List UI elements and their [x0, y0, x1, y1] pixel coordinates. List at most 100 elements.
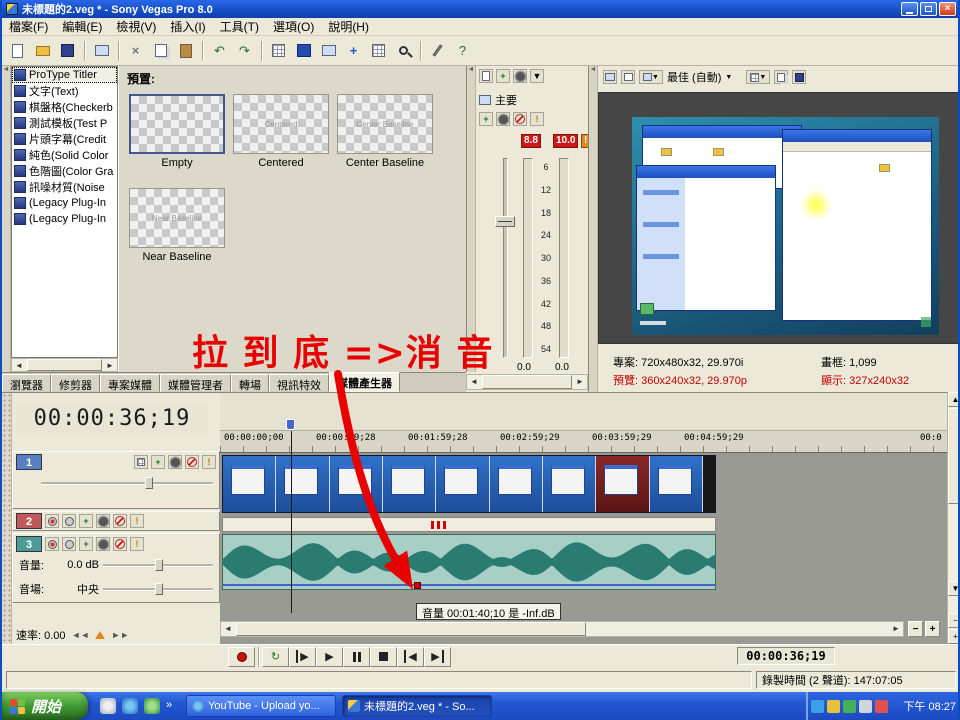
track-header-audio[interactable]: 3 + ! 音量: 0.0 dB 音場: 中央 [12, 533, 220, 603]
track-automation-button[interactable] [96, 537, 110, 551]
play-from-start-button[interactable]: ▶ [289, 647, 316, 667]
loop-playback-button[interactable]: ↻ [262, 647, 289, 667]
overlay-event-clip[interactable] [222, 517, 716, 532]
transport-time-display[interactable]: 00:00:36;19 [737, 647, 835, 665]
insert-fx-button[interactable]: + [496, 69, 510, 83]
tab-video-fx[interactable]: 視訊特效 [269, 374, 329, 392]
scrollbar-thumb[interactable] [482, 375, 572, 389]
preview-quality-label[interactable]: 最佳 (自動) [667, 69, 721, 85]
list-item[interactable]: 純色(Solid Color [12, 147, 117, 163]
list-item[interactable]: 訊噪材質(Noise [12, 179, 117, 195]
master-fader-handle[interactable] [495, 216, 515, 227]
scroll-left-icon[interactable]: ◄ [12, 359, 26, 371]
track-fx-button[interactable]: + [151, 455, 165, 469]
menu-file[interactable]: 檔案(F) [2, 16, 55, 37]
generator-list-hscrollbar[interactable]: ◄ ► [11, 358, 118, 372]
autocrossfade-button[interactable] [317, 39, 340, 62]
bus-mute-button[interactable] [513, 112, 527, 126]
preset-near-baseline[interactable]: Near Baseline Near Baseline [127, 188, 227, 263]
quick-launch-chevron-icon[interactable]: » [166, 699, 172, 711]
timeline-marker[interactable] [286, 419, 295, 430]
list-item[interactable]: (Legacy Plug-In [12, 211, 117, 227]
list-item[interactable]: 色階圖(Color Gra [12, 163, 117, 179]
list-item[interactable]: ProType Titler [12, 67, 117, 83]
pen-tool-button[interactable] [426, 39, 449, 62]
preset-centered[interactable]: Centered Centered [231, 94, 331, 169]
scrollbar-thumb[interactable] [27, 359, 102, 371]
copy-button[interactable] [149, 39, 172, 62]
pan-value[interactable]: 中央 [55, 581, 99, 597]
timeline-vscrollbar[interactable]: ▲ ▼ − + [947, 392, 960, 644]
normal-edit-tool-button[interactable]: + [342, 39, 365, 62]
menu-tools[interactable]: 工具(T) [213, 16, 266, 37]
zoom-in-track-button[interactable]: + [948, 629, 960, 644]
taskbar-task-youtube[interactable]: YouTube - Upload yo... [186, 695, 336, 717]
track-automation-button[interactable] [168, 455, 182, 469]
tab-media-manager[interactable]: 媒體管理者 [160, 374, 231, 392]
track-header-video[interactable]: 1 + ! [12, 451, 220, 509]
tray-shield-icon[interactable] [843, 700, 856, 713]
pause-button[interactable] [343, 647, 370, 667]
scroll-up-icon[interactable]: ▲ [948, 392, 960, 407]
preset-thumbnail[interactable]: Near Baseline [129, 188, 225, 248]
list-item[interactable]: 文字(Text) [12, 83, 117, 99]
scroll-left-icon[interactable]: ◄ [221, 622, 235, 634]
volume-value[interactable]: 0.0 dB [55, 559, 99, 571]
track-fx-button[interactable]: + [79, 537, 93, 551]
restore-button[interactable] [920, 2, 937, 16]
menu-options[interactable]: 選項(O) [266, 16, 321, 37]
zoom-out-track-button[interactable]: − [948, 613, 960, 628]
scrollbar-thumb[interactable] [948, 408, 960, 504]
preset-thumbnail[interactable]: Centered [233, 94, 329, 154]
track-mute-button[interactable] [113, 514, 127, 528]
rate-slider-right-icon[interactable]: ►► [111, 630, 129, 640]
save-button[interactable] [56, 39, 79, 62]
tab-explorer[interactable]: 瀏覽器 [2, 374, 51, 392]
list-item[interactable]: 片頭字幕(Credit [12, 131, 117, 147]
mixer-hscrollbar[interactable]: ◄ ► [466, 374, 588, 390]
help-button[interactable]: ? [451, 39, 474, 62]
go-to-end-button[interactable]: ▶ [424, 647, 451, 667]
record-arm-button[interactable] [45, 537, 59, 551]
track-number[interactable]: 1 [16, 454, 42, 470]
copy-snapshot-button[interactable] [774, 70, 788, 84]
preset-thumbnail[interactable] [129, 94, 225, 154]
list-item[interactable]: 棋盤格(Checkerb [12, 99, 117, 115]
snap-button[interactable] [267, 39, 290, 62]
go-to-start-button[interactable]: ◀ [397, 647, 424, 667]
scrollbar-thumb[interactable] [236, 622, 586, 636]
audio-event-clip[interactable] [222, 534, 716, 590]
track-number[interactable]: 2 [16, 513, 42, 529]
tray-network-icon[interactable] [811, 700, 824, 713]
scroll-right-icon[interactable]: ► [573, 375, 587, 387]
tray-volume-icon[interactable] [859, 700, 872, 713]
master-fader-track[interactable] [503, 158, 508, 358]
project-properties-button[interactable] [603, 70, 617, 84]
tray-app-icon[interactable] [875, 700, 888, 713]
close-button[interactable]: × [939, 2, 956, 16]
quick-launch-ie-icon[interactable] [122, 698, 138, 714]
track-solo-button[interactable] [62, 537, 76, 551]
open-button[interactable] [31, 39, 54, 62]
slider-handle[interactable] [145, 477, 153, 489]
insert-bus-button[interactable] [479, 69, 493, 83]
preview-quality-dropdown[interactable]: ▼ [639, 70, 663, 84]
quick-launch-messenger-icon[interactable] [144, 698, 160, 714]
cut-button[interactable]: × [124, 39, 147, 62]
scroll-right-icon[interactable]: ► [103, 359, 117, 371]
track-level-slider[interactable] [41, 482, 213, 485]
record-arm-button[interactable] [45, 514, 59, 528]
tab-trimmer[interactable]: 修剪器 [51, 374, 100, 392]
track-number[interactable]: 3 [16, 536, 42, 552]
tab-transitions[interactable]: 轉場 [231, 374, 269, 392]
scroll-right-icon[interactable]: ► [889, 622, 903, 634]
track-fx-button[interactable]: + [79, 514, 93, 528]
peak-readout-right[interactable]: 10.0 [553, 134, 578, 148]
video-event-clip[interactable] [222, 455, 716, 513]
zoom-tool-button[interactable] [392, 39, 415, 62]
dock-grip[interactable]: ◄ [2, 66, 11, 372]
list-item[interactable]: 測試模板(Test P [12, 115, 117, 131]
track-solo-button[interactable] [62, 514, 76, 528]
mixer-settings-button[interactable] [513, 69, 527, 83]
track-automation-button[interactable] [96, 514, 110, 528]
